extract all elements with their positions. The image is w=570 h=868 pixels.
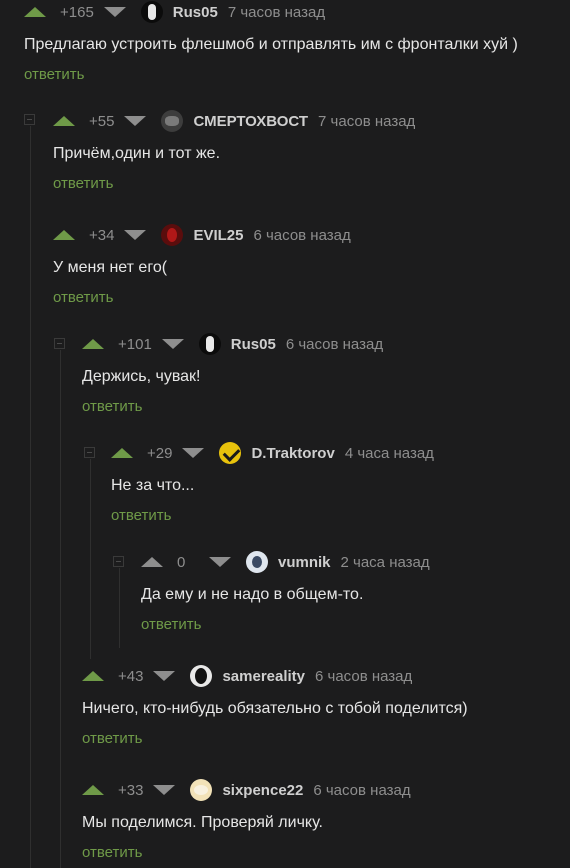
comment-time[interactable]: 7 часов назад — [318, 113, 415, 130]
reply-link[interactable]: ответить — [53, 175, 415, 192]
comment-header: +43 samereality 6 часов назад — [82, 664, 468, 688]
comment-rating: +55 — [89, 112, 115, 130]
thread-line — [119, 568, 120, 648]
rus05-avatar-icon[interactable] — [140, 1, 163, 23]
comment-author[interactable]: Rus05 — [173, 4, 218, 21]
comment-header: +55 СМЕРТОХВОСТ 7 часов назад — [53, 109, 415, 133]
comment-author[interactable]: СМЕРТОХВОСТ — [193, 113, 308, 130]
reply-link[interactable]: ответить — [82, 844, 411, 861]
downvote-icon[interactable] — [153, 785, 176, 795]
comment-rating: +165 — [60, 3, 94, 21]
comment: +43 samereality 6 часов назад Ничего, кт… — [82, 664, 468, 747]
comment-header: +33 sixpence22 6 часов назад — [82, 778, 411, 802]
comment-rating: +33 — [118, 781, 144, 799]
comment-author[interactable]: Rus05 — [231, 336, 276, 353]
comment-time[interactable]: 6 часов назад — [315, 668, 412, 685]
comment-header: +29 D.Traktorov 4 часа назад — [111, 441, 434, 465]
comment-text: Мы поделимся. Проверяй личку. — [82, 814, 323, 831]
vumnik-avatar-icon[interactable] — [246, 551, 268, 573]
upvote-icon[interactable] — [24, 7, 46, 17]
comment-header: 0 vumnik 2 часа назад — [141, 550, 430, 574]
comment-time[interactable]: 6 часов назад — [253, 227, 350, 244]
comment-header: +165 Rus05 7 часов назад — [24, 0, 518, 24]
comment: +33 sixpence22 6 часов назад Мы поделимс… — [82, 778, 411, 861]
reply-link[interactable]: ответить — [141, 616, 430, 633]
comment-author[interactable]: samereality — [222, 668, 305, 685]
comment-author[interactable]: vumnik — [278, 554, 331, 571]
upvote-icon[interactable] — [111, 448, 133, 458]
reply-link[interactable]: ответить — [82, 730, 468, 747]
upvote-icon[interactable] — [82, 671, 104, 681]
reply-link[interactable]: ответить — [24, 66, 518, 83]
comment-time[interactable]: 2 часа назад — [341, 554, 430, 571]
comment-rating: +34 — [89, 226, 115, 244]
thread-line — [30, 126, 31, 868]
comment: +101 Rus05 6 часов назад Держись, чувак!… — [82, 332, 383, 415]
downvote-icon[interactable] — [124, 116, 147, 126]
comment-time[interactable]: 4 часа назад — [345, 445, 434, 462]
thread-line — [60, 350, 61, 868]
downvote-icon[interactable] — [124, 230, 147, 240]
comment-text: Ничего, кто-нибудь обязательно с тобой п… — [82, 700, 468, 717]
collapse-toggle[interactable] — [24, 114, 35, 125]
comment-rating: +101 — [118, 335, 152, 353]
downvote-icon[interactable] — [161, 339, 184, 349]
downvote-icon[interactable] — [209, 557, 231, 567]
comment-text: Предлагаю устроить флешмоб и отправлять … — [24, 36, 518, 53]
collapse-toggle[interactable] — [113, 556, 124, 567]
reply-link[interactable]: ответить — [53, 289, 351, 306]
comment: 0 vumnik 2 часа назад Да ему и не надо в… — [141, 550, 430, 633]
upvote-icon[interactable] — [53, 116, 75, 126]
comment: +29 D.Traktorov 4 часа назад Не за что..… — [111, 441, 434, 524]
comment-author[interactable]: D.Traktorov — [251, 445, 334, 462]
comment-author[interactable]: sixpence22 — [222, 782, 303, 799]
comment-rating: +29 — [147, 444, 173, 462]
samereality-avatar-icon[interactable] — [190, 665, 213, 687]
upvote-icon[interactable] — [82, 339, 104, 349]
comment: +34 EVIL25 6 часов назад У меня нет его(… — [53, 223, 351, 306]
upvote-icon[interactable] — [53, 230, 75, 240]
reply-link[interactable]: ответить — [82, 398, 383, 415]
comment: +55 СМЕРТОХВОСТ 7 часов назад Причём,оди… — [53, 109, 415, 192]
comment-time[interactable]: 6 часов назад — [286, 336, 383, 353]
evil25-avatar-icon[interactable] — [161, 224, 184, 246]
comment-author[interactable]: EVIL25 — [193, 227, 243, 244]
downvote-icon[interactable] — [103, 7, 126, 17]
thread-line — [90, 459, 91, 659]
comment-rating: 0 — [177, 553, 186, 571]
comment-text: Не за что... — [111, 477, 195, 494]
comment-text: У меня нет его( — [53, 259, 168, 276]
collapse-toggle[interactable] — [54, 338, 65, 349]
comment: +165 Rus05 7 часов назад Предлагаю устро… — [24, 0, 518, 83]
comment-header: +101 Rus05 6 часов назад — [82, 332, 383, 356]
comment-text: Причём,один и тот же. — [53, 145, 221, 162]
comment-text: Да ему и не надо в общем-то. — [141, 586, 364, 603]
dtraktorov-avatar-icon[interactable] — [219, 442, 242, 464]
upvote-icon[interactable] — [82, 785, 104, 795]
smertokhvost-avatar-icon[interactable] — [161, 110, 184, 132]
rus05-avatar-icon[interactable] — [198, 333, 221, 355]
comment-text: Держись, чувак! — [82, 368, 201, 385]
comment-time[interactable]: 6 часов назад — [313, 782, 410, 799]
comment-rating: +43 — [118, 667, 144, 685]
upvote-icon[interactable] — [141, 557, 163, 567]
downvote-icon[interactable] — [182, 448, 205, 458]
reply-link[interactable]: ответить — [111, 507, 434, 524]
collapse-toggle[interactable] — [84, 447, 95, 458]
downvote-icon[interactable] — [153, 671, 176, 681]
sixpence22-avatar-icon[interactable] — [190, 779, 213, 801]
comment-header: +34 EVIL25 6 часов назад — [53, 223, 351, 247]
comment-time[interactable]: 7 часов назад — [228, 4, 325, 21]
